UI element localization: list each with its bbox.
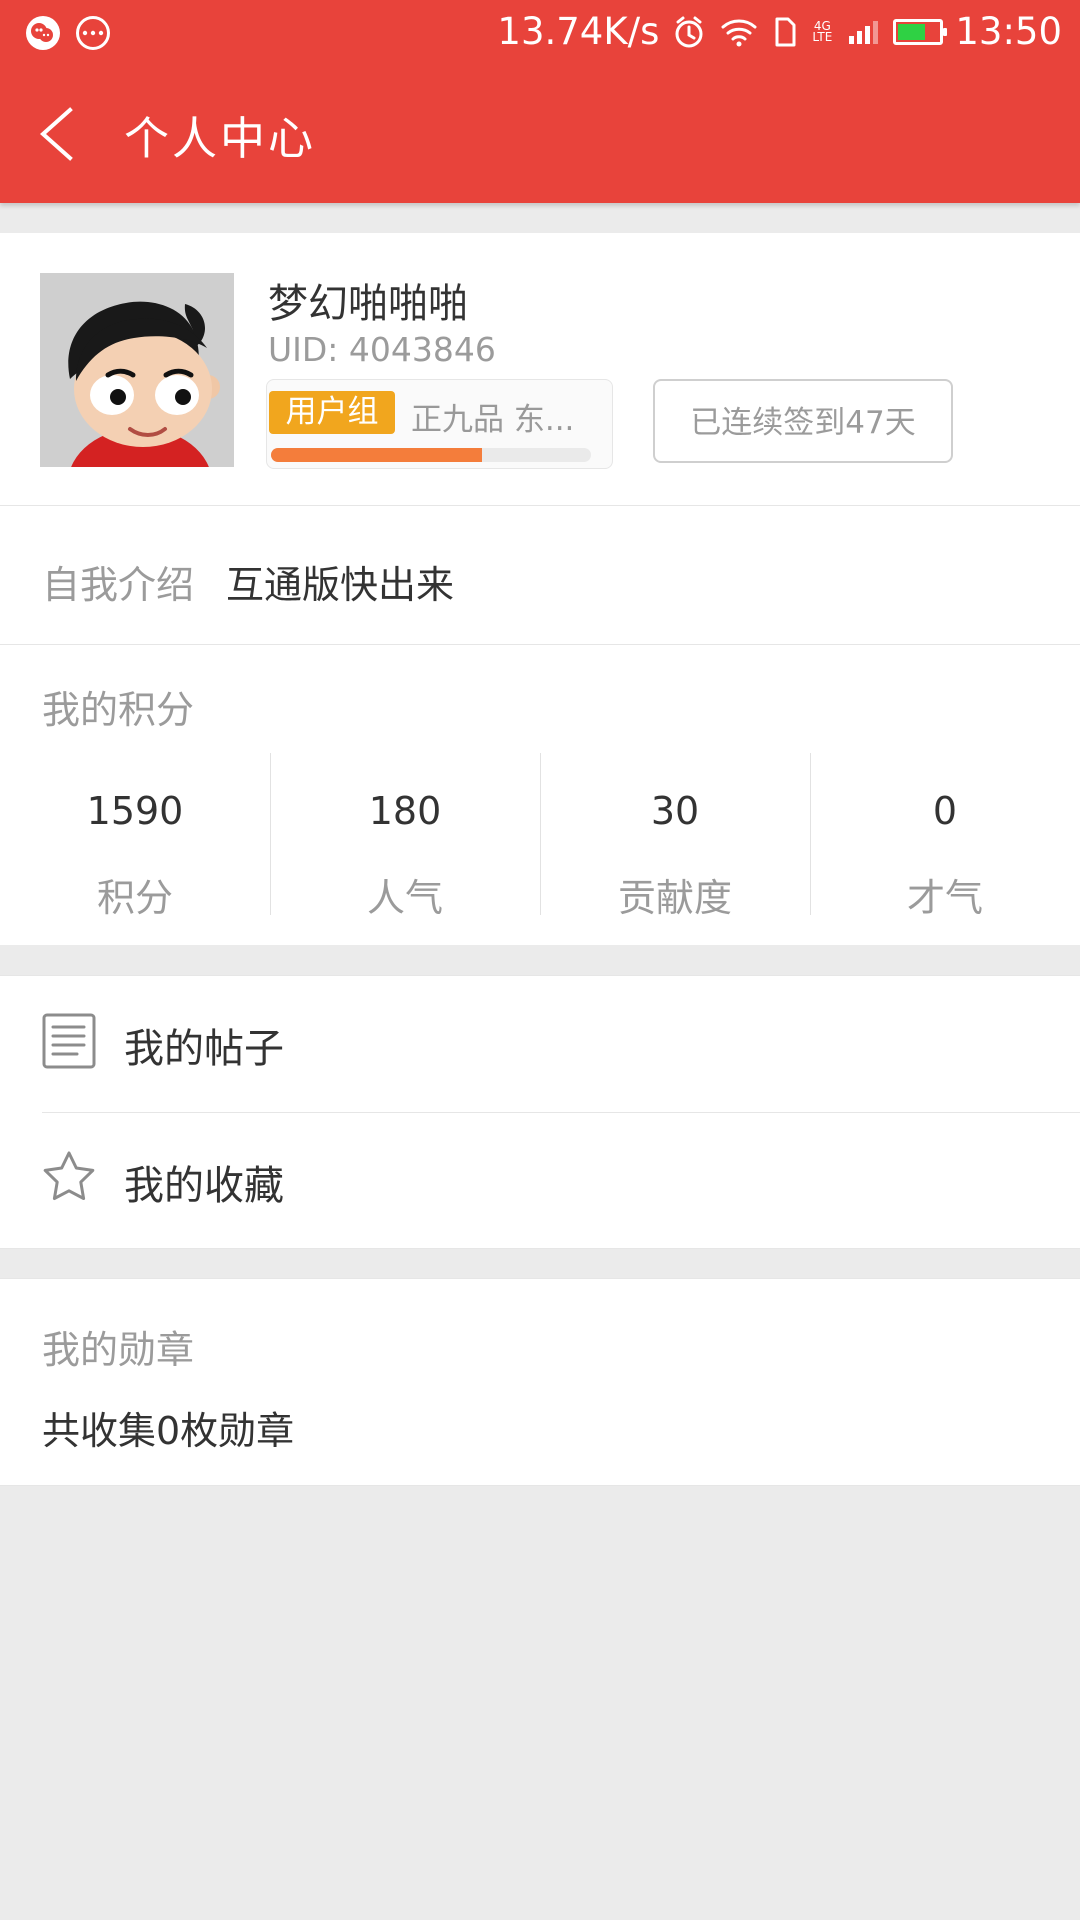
navigation-bar: 个人中心 [0, 66, 1080, 203]
status-bar: 13.74K/s 4G LTE 13:50 [0, 0, 1080, 66]
user-group-badge: 用户组 [269, 391, 395, 434]
stat-talent[interactable]: 0 才气 [810, 753, 1080, 920]
stat-value: 0 [932, 789, 958, 833]
stat-contribution[interactable]: 30 贡献度 [540, 753, 811, 920]
user-group-name: 正九品 东... [411, 402, 575, 438]
star-icon [43, 1151, 95, 1200]
stat-label: 人气 [366, 876, 443, 920]
signal-icon [849, 20, 879, 44]
intro-label: 自我介绍 [42, 563, 195, 607]
wechat-icon [26, 16, 60, 50]
profile-card: 梦幻啪啪啪 UID: 4043846 用户组 正九品 东... 已连续签到47天 [0, 233, 1080, 506]
self-introduction: 自我介绍 互通版快出来 [0, 506, 1080, 645]
stat-popularity[interactable]: 180 人气 [270, 753, 541, 920]
medals-title: 我的勋章 [42, 1328, 195, 1372]
username: 梦幻啪啪啪 [268, 281, 468, 327]
stat-value: 180 [368, 789, 442, 833]
stat-label: 积分 [96, 876, 173, 920]
alarm-icon [675, 16, 703, 47]
user-group-panel: 用户组 正九品 东... [266, 379, 613, 469]
clock-time: 13:50 [955, 10, 1062, 53]
stat-label: 才气 [906, 876, 983, 920]
medals-count: 共收集0枚勋章 [42, 1409, 295, 1453]
level-progress-bar [271, 448, 591, 462]
battery-icon [893, 18, 948, 45]
my-favorites-item[interactable]: 我的收藏 [0, 1113, 1080, 1249]
stat-points[interactable]: 1590 积分 [0, 753, 271, 920]
level-progress-fill [271, 448, 483, 462]
uid: UID: 4043846 [268, 330, 496, 369]
my-posts-label: 我的帖子 [124, 1026, 284, 1072]
sim-icon [775, 17, 796, 46]
document-icon [42, 1013, 96, 1069]
status-left [26, 16, 110, 50]
battery-fill [898, 23, 925, 40]
more-icon [76, 16, 110, 50]
profile-menu: 我的帖子 我的收藏 [0, 975, 1080, 1249]
wifi-icon [721, 19, 757, 46]
intro-value: 互通版快出来 [226, 563, 455, 607]
my-posts-item[interactable]: 我的帖子 [0, 976, 1080, 1113]
points-title: 我的积分 [42, 688, 195, 732]
page-title: 个人中心 [124, 112, 317, 165]
stat-value: 30 [650, 789, 700, 833]
status-right: 13.74K/s 4G LTE 13:50 [497, 10, 1062, 53]
stat-value: 1590 [86, 789, 184, 833]
back-button[interactable] [28, 94, 108, 174]
points-section: 我的积分 1590 积分 180 人气 30 贡献度 0 才气 [0, 645, 1080, 945]
medals-section: 我的勋章 共收集0枚勋章 [0, 1278, 1080, 1486]
avatar[interactable] [40, 273, 234, 467]
checkin-button[interactable]: 已连续签到47天 [653, 379, 953, 463]
my-favorites-label: 我的收藏 [124, 1163, 284, 1209]
stat-label: 贡献度 [617, 876, 732, 920]
app-header: 13.74K/s 4G LTE 13:50 个人中心 [0, 0, 1080, 203]
network-type: 4G LTE [812, 18, 833, 44]
back-arrow-icon [39, 107, 73, 161]
network-speed: 13.74K/s [497, 10, 660, 53]
